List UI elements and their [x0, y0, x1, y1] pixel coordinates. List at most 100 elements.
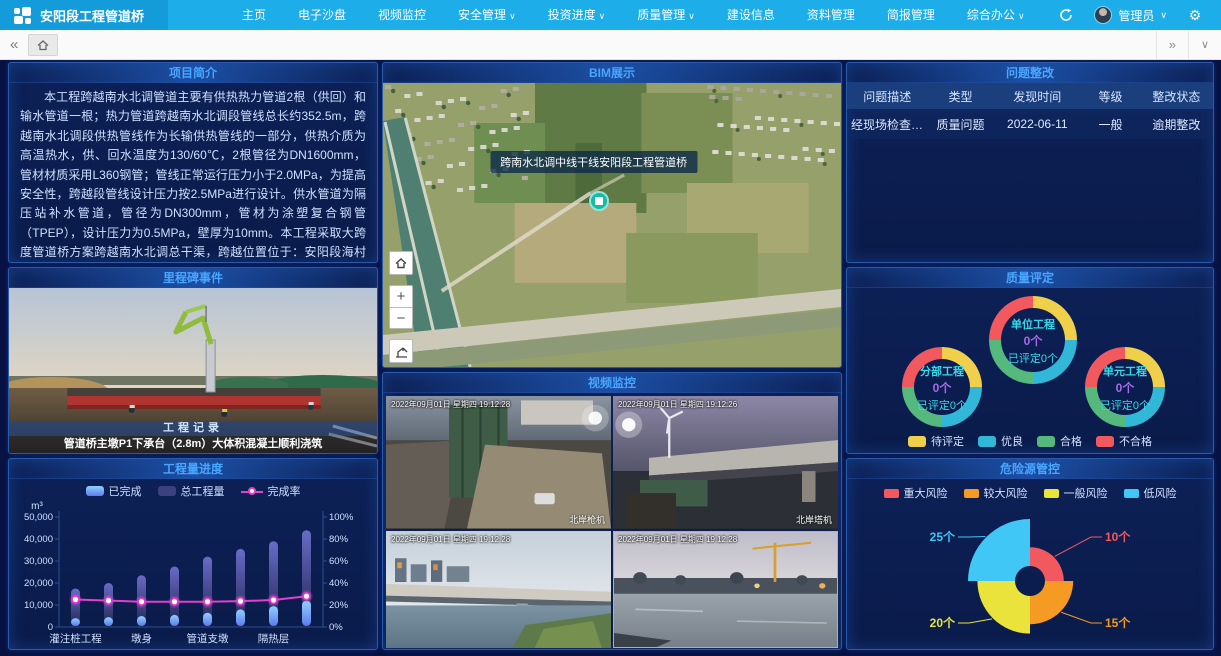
svg-text:60%: 60% — [329, 556, 349, 567]
video-camera-name: 北岸塔机 — [796, 513, 832, 526]
svg-text:10个: 10个 — [1105, 529, 1131, 544]
issues-table-row[interactable]: 经现场检查，35...质量问题2022-06-11一般逾期整改 — [847, 109, 1213, 139]
quality-legend-item-优良[interactable]: 优良 — [978, 433, 1023, 449]
quality-legend-item-待评定[interactable]: 待评定 — [908, 433, 964, 449]
nav-item-主页[interactable]: 主页 — [226, 0, 282, 30]
nav-item-电子沙盘[interactable]: 电子沙盘 — [282, 0, 362, 30]
map-crane-layer-button[interactable] — [389, 339, 413, 363]
nav-item-资料管理[interactable]: 资料管理 — [791, 0, 871, 30]
top-navbar: 安阳段工程管道桥 主页电子沙盘视频监控安全管理∨投资进度∨质量管理∨建设信息资料… — [0, 0, 1221, 30]
svg-text:50,000: 50,000 — [24, 512, 53, 523]
refresh-icon[interactable] — [1058, 7, 1074, 23]
video-feed-4[interactable]: 2022年09月01日 星期四 19:12:28 — [613, 531, 838, 649]
user-name: 管理员 — [1118, 7, 1154, 24]
tab-home[interactable] — [28, 34, 58, 56]
user-avatar — [1094, 6, 1112, 24]
panel-title-quality: 质量评定 — [847, 268, 1213, 288]
video-camera-name: 北岸枪机 — [569, 513, 605, 526]
svg-text:10,000: 10,000 — [24, 600, 53, 611]
quality-legend-item-合格[interactable]: 合格 — [1037, 433, 1082, 449]
video-feed-2[interactable]: 2022年09月01日 星期四 19:12:26 北岸塔机 — [613, 396, 838, 529]
tab-bar: « » ∨ — [0, 30, 1221, 60]
main-nav: 主页电子沙盘视频监控安全管理∨投资进度∨质量管理∨建设信息资料管理简报管理综合办… — [226, 0, 1041, 30]
issues-col-header: 等级 — [1081, 83, 1140, 109]
nav-item-投资进度[interactable]: 投资进度∨ — [532, 0, 622, 30]
video-grid: 2022年09月01日 星期四 19:12:28 北岸枪机 — [383, 393, 841, 649]
legend-item-已完成[interactable]: 已完成 — [86, 483, 142, 499]
video-feed-3[interactable]: 2022年09月01日 星期四 19:12:28 — [386, 531, 611, 649]
svg-text:15个: 15个 — [1105, 615, 1131, 630]
progress-chart: 010,00020,00030,00040,00050,0000%20%40%6… — [9, 499, 375, 649]
left-column: 项目简介 本工程跨越南水北调管道主要有供热热力管道2根（供回）和输水管道一根；热… — [8, 62, 378, 650]
legend-item-总工程量[interactable]: 总工程量 — [158, 483, 225, 499]
risk-legend-item-低风险[interactable]: 低风险 — [1124, 485, 1177, 501]
panel-title-project-intro: 项目简介 — [9, 63, 377, 83]
milestone-banner: 工程记录 — [9, 421, 377, 436]
home-icon — [36, 38, 50, 52]
legend-item-完成率[interactable]: 完成率 — [241, 483, 301, 499]
risk-rose-chart: 10个 15个 20个 25个 — [847, 501, 1213, 649]
settings-gear-icon[interactable]: ⚙ — [1187, 7, 1203, 23]
svg-text:0个: 0个 — [933, 380, 953, 395]
svg-text:单元工程: 单元工程 — [1103, 364, 1147, 378]
svg-text:隔热层: 隔热层 — [258, 632, 290, 645]
map-zoom-in-button[interactable]: + — [389, 285, 413, 307]
video-timestamp: 2022年09月01日 星期四 19:12:28 — [618, 534, 737, 545]
video-feed-1[interactable]: 2022年09月01日 星期四 19:12:28 北岸枪机 — [386, 396, 611, 529]
nav-item-安全管理[interactable]: 安全管理∨ — [442, 0, 532, 30]
panel-issues: 问题整改 问题描述类型发现时间等级整改状态经现场检查，35...质量问题2022… — [846, 62, 1214, 263]
risk-legend-item-较大风险[interactable]: 较大风险 — [964, 485, 1028, 501]
panel-title-issues: 问题整改 — [847, 63, 1213, 83]
svg-text:20,000: 20,000 — [24, 578, 53, 589]
dashboard: 项目简介 本工程跨越南水北调管道主要有供热热力管道2根（供回）和输水管道一根；热… — [0, 60, 1221, 656]
panel-risk: 危险源管控 重大风险较大风险一般风险低风险 10个15个20个25个 — [846, 458, 1214, 650]
map-label: 跨南水北调中线干线安阳段工程管道桥 — [490, 151, 697, 173]
issues-col-header: 问题描述 — [847, 83, 928, 109]
svg-text:灌注桩工程: 灌注桩工程 — [49, 632, 102, 645]
user-menu[interactable]: 管理员 ∨ — [1094, 6, 1167, 24]
panel-video: 视频监控 — [382, 372, 842, 650]
panel-quality: 质量评定 单位工程0个已评定0个分部工程0个已评定0个单元工程0个已评定0个 待… — [846, 267, 1214, 454]
progress-chart-legend: 已完成总工程量完成率 — [9, 479, 377, 499]
panel-bim: BIM展示 — [382, 62, 842, 368]
chevron-down-icon: ∨ — [1160, 10, 1167, 21]
svg-text:30,000: 30,000 — [24, 556, 53, 567]
collapse-left-icon[interactable]: « — [0, 36, 28, 53]
svg-text:100%: 100% — [329, 512, 354, 523]
panel-project-intro: 项目简介 本工程跨越南水北调管道主要有供热热力管道2根（供回）和输水管道一根；热… — [8, 62, 378, 263]
expand-right-icon[interactable]: » — [1156, 30, 1188, 59]
issues-col-header: 发现时间 — [993, 83, 1081, 109]
bim-map[interactable] — [383, 83, 841, 367]
app-title: 安阳段工程管道桥 — [40, 6, 144, 25]
nav-item-视频监控[interactable]: 视频监控 — [362, 0, 442, 30]
project-intro-text: 本工程跨越南水北调管道主要有供热热力管道2根（供回）和输水管道一根；热力管道跨越… — [9, 83, 377, 262]
app-logo-area: 安阳段工程管道桥 — [0, 0, 168, 30]
quality-legend-item-不合格[interactable]: 不合格 — [1096, 433, 1152, 449]
tab-menu-caret-icon[interactable]: ∨ — [1188, 30, 1221, 59]
svg-text:40,000: 40,000 — [24, 534, 53, 545]
app-logo-icon — [14, 7, 31, 24]
nav-item-质量管理[interactable]: 质量管理∨ — [621, 0, 711, 30]
svg-text:0个: 0个 — [1116, 380, 1136, 395]
map-home-button[interactable] — [389, 251, 413, 275]
svg-text:已评定0个: 已评定0个 — [917, 398, 967, 412]
svg-text:40%: 40% — [329, 578, 349, 589]
nav-item-简报管理[interactable]: 简报管理 — [871, 0, 951, 30]
quality-legend: 待评定优良合格不合格 — [847, 433, 1213, 449]
svg-text:20%: 20% — [329, 600, 349, 611]
nav-item-建设信息[interactable]: 建设信息 — [711, 0, 791, 30]
svg-text:20个: 20个 — [930, 615, 956, 630]
video-timestamp: 2022年09月01日 星期四 19:12:28 — [391, 399, 510, 410]
svg-text:25个: 25个 — [930, 529, 956, 544]
risk-legend-item-一般风险[interactable]: 一般风险 — [1044, 485, 1108, 501]
nav-item-综合办公[interactable]: 综合办公∨ — [951, 0, 1041, 30]
svg-text:m³: m³ — [31, 501, 43, 512]
panel-title-milestone: 里程碑事件 — [9, 268, 377, 288]
svg-text:管道支墩: 管道支墩 — [187, 632, 229, 645]
risk-legend-item-重大风险[interactable]: 重大风险 — [884, 485, 948, 501]
map-marker-pin[interactable] — [589, 191, 609, 211]
svg-text:80%: 80% — [329, 534, 349, 545]
map-zoom-out-button[interactable]: − — [389, 307, 413, 329]
right-column: 问题整改 问题描述类型发现时间等级整改状态经现场检查，35...质量问题2022… — [846, 62, 1214, 650]
risk-legend: 重大风险较大风险一般风险低风险 — [847, 479, 1213, 501]
